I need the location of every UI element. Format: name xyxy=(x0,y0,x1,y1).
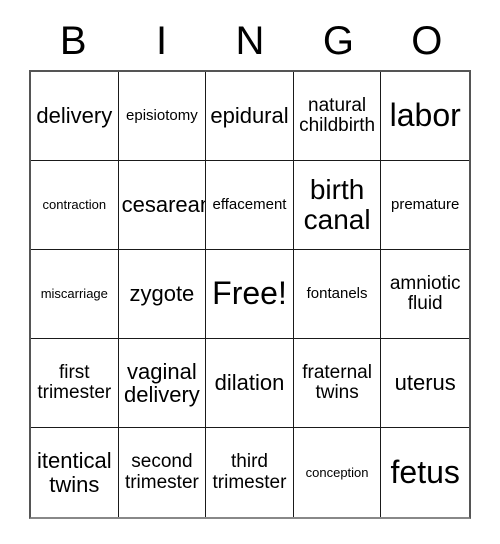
bingo-cell-label: fontanels xyxy=(306,285,368,303)
bingo-cell-free[interactable]: Free! xyxy=(206,250,294,339)
bingo-cell-label: epidural xyxy=(210,103,289,129)
bingo-cell[interactable]: conception xyxy=(293,428,382,517)
header-letter-o: O xyxy=(411,19,443,63)
bingo-cell-label: conception xyxy=(305,464,369,480)
header-letter-i: I xyxy=(156,19,168,63)
bingo-cell-label: natural childbirth xyxy=(299,94,376,136)
bingo-cell[interactable]: zygote xyxy=(118,250,207,339)
bingo-cell[interactable]: fetus xyxy=(381,428,469,517)
bingo-cell-label: effacement xyxy=(212,196,287,214)
bingo-cell-label: dilation xyxy=(214,370,285,396)
bingo-cell-label: fetus xyxy=(390,453,460,490)
header-letter-g: G xyxy=(322,19,354,63)
header-letter-n: N xyxy=(235,19,265,63)
bingo-cell[interactable]: fraternal twins xyxy=(293,339,382,428)
bingo-cell[interactable]: uterus xyxy=(381,339,469,428)
bingo-cell[interactable]: vaginal delivery xyxy=(118,339,207,428)
bingo-cell-label: Free! xyxy=(212,275,287,312)
header-letter-b: B xyxy=(59,19,87,63)
bingo-cell[interactable]: natural childbirth xyxy=(293,72,382,161)
bingo-cell-label: miscarriage xyxy=(40,286,108,302)
bingo-cell-label: birth canal xyxy=(303,174,371,235)
bingo-cell-label: itentical twins xyxy=(37,448,112,497)
bingo-cell[interactable]: fontanels xyxy=(293,250,382,339)
bingo-cell[interactable]: birth canal xyxy=(293,161,382,250)
bingo-cell-label: first trimester xyxy=(37,361,112,403)
bingo-cell[interactable]: second trimester xyxy=(118,428,207,517)
bingo-cell[interactable]: delivery xyxy=(31,72,119,161)
bingo-cell-label: second trimester xyxy=(124,451,199,493)
bingo-card: B I N G O delivery episiotomy epidural n… xyxy=(29,12,471,519)
bingo-cell[interactable]: labor xyxy=(381,72,469,161)
bingo-cell-label: premature xyxy=(391,196,460,214)
bingo-cell-label: zygote xyxy=(129,281,195,307)
bingo-cell[interactable]: premature xyxy=(381,161,469,250)
bingo-cell[interactable]: amniotic fluid xyxy=(381,250,469,339)
bingo-cell-label: third trimester xyxy=(212,451,287,493)
bingo-cell[interactable]: cesarean xyxy=(118,161,207,250)
bingo-cell-label: labor xyxy=(389,97,461,134)
bingo-cell[interactable]: miscarriage xyxy=(31,250,119,339)
bingo-cell-label: delivery xyxy=(36,103,113,129)
bingo-cell-label: cesarean xyxy=(121,192,207,218)
bingo-cell[interactable]: itentical twins xyxy=(31,428,119,517)
bingo-cell[interactable]: epidural xyxy=(206,72,294,161)
bingo-cell[interactable]: contraction xyxy=(31,161,119,250)
bingo-cell[interactable]: dilation xyxy=(206,339,294,428)
bingo-cell[interactable]: episiotomy xyxy=(118,72,207,161)
bingo-cell-label: episiotomy xyxy=(126,107,198,125)
bingo-cell[interactable]: first trimester xyxy=(31,339,119,428)
bingo-grid: delivery episiotomy epidural natural chi… xyxy=(29,70,471,519)
bingo-cell[interactable]: third trimester xyxy=(206,428,294,517)
bingo-cell-label: uterus xyxy=(394,370,456,396)
bingo-cell-label: fraternal twins xyxy=(302,361,372,403)
bingo-cell-label: vaginal delivery xyxy=(123,358,200,407)
bingo-cell-label: contraction xyxy=(42,197,107,213)
bingo-cell[interactable]: effacement xyxy=(206,161,294,250)
bingo-header-row: B I N G O xyxy=(29,12,471,70)
bingo-cell-label: amniotic fluid xyxy=(389,272,461,314)
